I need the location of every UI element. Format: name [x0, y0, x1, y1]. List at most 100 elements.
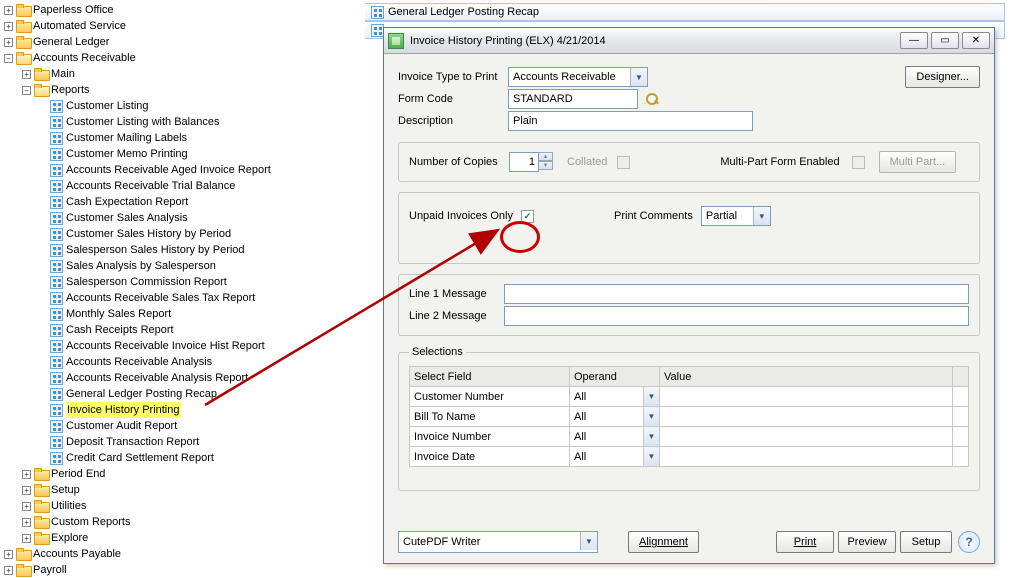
tree-leaf-report[interactable]: Salesperson Sales History by Period [0, 242, 358, 258]
chevron-down-icon[interactable]: ▼ [630, 68, 647, 86]
tree-leaf-report[interactable]: Accounts Receivable Trial Balance [0, 178, 358, 194]
tree-node-custom[interactable]: +Custom Reports [0, 514, 358, 530]
tree-leaf-report[interactable]: Deposit Transaction Report [0, 434, 358, 450]
background-window-tab[interactable]: General Ledger Posting Recap [365, 3, 1005, 21]
tree-node-utilities[interactable]: +Utilities [0, 498, 358, 514]
copies-spinner[interactable]: ▲▼ [509, 152, 553, 172]
expand-icon[interactable]: + [4, 566, 13, 575]
tree-node-automated[interactable]: +Automated Service [0, 18, 358, 34]
expand-icon[interactable]: + [4, 38, 13, 47]
cell-operand[interactable]: All▼ [570, 447, 660, 467]
chevron-down-icon[interactable]: ▼ [643, 447, 659, 466]
tree-leaf-report[interactable]: Customer Listing with Balances [0, 114, 358, 130]
table-row[interactable]: Customer NumberAll▼ [410, 387, 969, 407]
tree-leaf-report[interactable]: Credit Card Settlement Report [0, 450, 358, 466]
designer-button[interactable]: Designer... [905, 66, 980, 88]
tree-node-setup[interactable]: +Setup [0, 482, 358, 498]
lookup-icon[interactable] [644, 91, 660, 107]
expand-icon[interactable]: + [22, 518, 31, 527]
tree-node-reports[interactable]: −Reports [0, 82, 358, 98]
tree-leaf-report[interactable]: Cash Receipts Report [0, 322, 358, 338]
tree-leaf-report[interactable]: Customer Listing [0, 98, 358, 114]
copies-input[interactable] [509, 152, 539, 172]
spinner-down-icon[interactable]: ▼ [539, 161, 553, 170]
collapse-icon[interactable]: − [4, 54, 13, 63]
tree-node-main[interactable]: +Main [0, 66, 358, 82]
tree-node-ar[interactable]: −Accounts Receivable [0, 50, 358, 66]
print-button[interactable]: Print [776, 531, 834, 553]
cell-operand[interactable]: All▼ [570, 427, 660, 447]
tree-leaf-report[interactable]: Customer Sales History by Period [0, 226, 358, 242]
tree-leaf-report[interactable]: Accounts Receivable Aged Invoice Report [0, 162, 358, 178]
chevron-down-icon[interactable]: ▼ [643, 387, 659, 406]
help-button[interactable]: ? [958, 531, 980, 553]
cell-value[interactable] [660, 447, 953, 467]
tree-leaf-report[interactable]: Customer Memo Printing [0, 146, 358, 162]
cell-value[interactable] [660, 427, 953, 447]
tree-leaf-label: Customer Listing [66, 98, 149, 114]
print-comments-combo[interactable]: Partial ▼ [701, 206, 771, 226]
tree-node-paperless[interactable]: +Paperless Office [0, 2, 358, 18]
tree-leaf-report[interactable]: Accounts Receivable Analysis [0, 354, 358, 370]
setup-button[interactable]: Setup [900, 531, 952, 553]
chevron-down-icon[interactable]: ▼ [643, 427, 659, 446]
close-button[interactable]: ✕ [962, 32, 990, 49]
folder-icon [16, 4, 30, 16]
invoice-type-combo[interactable]: Accounts Receivable ▼ [508, 67, 648, 87]
alignment-button[interactable]: Alignment [628, 531, 699, 553]
chevron-down-icon[interactable]: ▼ [580, 532, 597, 550]
tree-leaf-report[interactable]: Accounts Receivable Analysis Report [0, 370, 358, 386]
tree-leaf-report[interactable]: Accounts Receivable Invoice Hist Report [0, 338, 358, 354]
form-code-input[interactable]: STANDARD [508, 89, 638, 109]
tree-leaf-report[interactable]: Monthly Sales Report [0, 306, 358, 322]
cell-operand[interactable]: All▼ [570, 387, 660, 407]
table-row[interactable]: Invoice NumberAll▼ [410, 427, 969, 447]
titlebar[interactable]: Invoice History Printing (ELX) 4/21/2014… [384, 28, 994, 54]
table-row[interactable]: Bill To NameAll▼ [410, 407, 969, 427]
expand-icon[interactable]: + [22, 534, 31, 543]
line1-input[interactable] [504, 284, 969, 304]
unpaid-invoices-checkbox[interactable] [521, 210, 534, 223]
tree-node-gl[interactable]: +General Ledger [0, 34, 358, 50]
spinner-up-icon[interactable]: ▲ [539, 152, 553, 161]
cell-operand[interactable]: All▼ [570, 407, 660, 427]
tree-node-ap[interactable]: +Accounts Payable [0, 546, 358, 562]
table-row[interactable]: Invoice DateAll▼ [410, 447, 969, 467]
tree-leaf-report[interactable]: Salesperson Commission Report [0, 274, 358, 290]
tree-leaf-report[interactable]: Customer Audit Report [0, 418, 358, 434]
tree-node-period-end[interactable]: +Period End [0, 466, 358, 482]
tree-leaf-report[interactable]: Sales Analysis by Salesperson [0, 258, 358, 274]
tree-leaf-report[interactable]: Customer Sales Analysis [0, 210, 358, 226]
invoice-history-printing-dialog: Invoice History Printing (ELX) 4/21/2014… [383, 27, 995, 564]
tree-leaf-report[interactable]: Cash Expectation Report [0, 194, 358, 210]
expand-icon[interactable]: + [4, 22, 13, 31]
report-icon [371, 6, 384, 19]
tree-node-explore[interactable]: +Explore [0, 530, 358, 546]
expand-icon[interactable]: + [22, 486, 31, 495]
expand-icon[interactable]: + [4, 550, 13, 559]
cell-value[interactable] [660, 387, 953, 407]
preview-button[interactable]: Preview [838, 531, 896, 553]
copies-panel: Number of Copies ▲▼ Collated Multi-Part … [398, 142, 980, 182]
expand-icon[interactable]: + [22, 502, 31, 511]
tree-leaf-report[interactable]: Accounts Receivable Sales Tax Report [0, 290, 358, 306]
chevron-down-icon[interactable]: ▼ [643, 407, 659, 426]
expand-icon[interactable]: + [22, 470, 31, 479]
expand-icon[interactable]: + [22, 70, 31, 79]
collapse-icon[interactable]: − [22, 86, 31, 95]
cell-scroll [953, 387, 969, 407]
description-input[interactable]: Plain [508, 111, 753, 131]
folder-icon [16, 36, 30, 48]
tree-node-payroll[interactable]: +Payroll [0, 562, 358, 578]
expand-icon[interactable]: + [4, 6, 13, 15]
printer-combo[interactable]: CutePDF Writer ▼ [398, 531, 598, 553]
chevron-down-icon[interactable]: ▼ [753, 207, 770, 225]
minimize-button[interactable]: — [900, 32, 928, 49]
report-icon [50, 308, 63, 321]
cell-value[interactable] [660, 407, 953, 427]
tree-leaf-report[interactable]: General Ledger Posting Recap [0, 386, 358, 402]
line2-input[interactable] [504, 306, 969, 326]
maximize-button[interactable]: ▭ [931, 32, 959, 49]
tree-leaf-report[interactable]: Customer Mailing Labels [0, 130, 358, 146]
tree-leaf-report[interactable]: Invoice History Printing [0, 402, 358, 418]
